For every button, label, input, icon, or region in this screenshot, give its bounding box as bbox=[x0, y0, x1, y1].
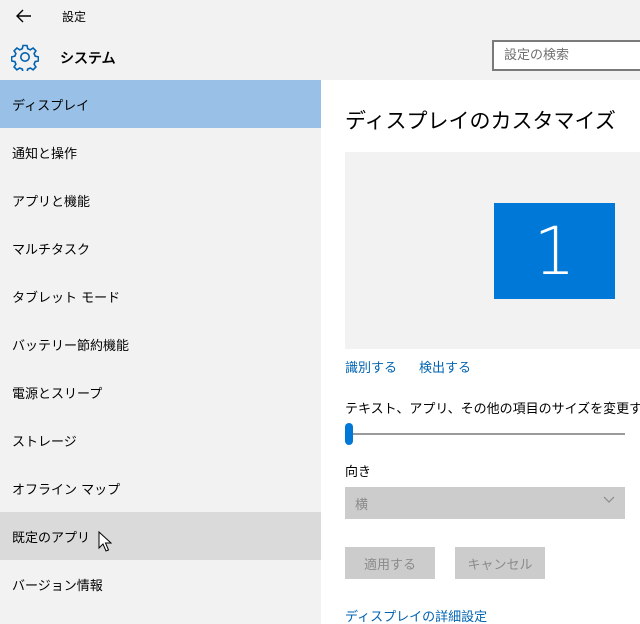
gear-icon bbox=[11, 44, 39, 71]
back-button[interactable] bbox=[8, 4, 40, 28]
advanced-display-settings-link[interactable]: ディスプレイの詳細設定 bbox=[345, 606, 487, 624]
search-input[interactable] bbox=[492, 40, 640, 71]
sidebar-item-label: バージョン情報 bbox=[12, 578, 103, 594]
detect-link[interactable]: 検出する bbox=[419, 357, 471, 376]
title-bar: 設定 bbox=[0, 0, 640, 32]
sidebar: ディスプレイ 通知と操作 アプリと機能 マルチタスク タブレット モード バッテ… bbox=[0, 80, 321, 624]
apply-button[interactable]: 適用する bbox=[345, 547, 435, 579]
sidebar-item-label: 既定のアプリ bbox=[12, 530, 91, 546]
orientation-dropdown[interactable]: 横 bbox=[345, 487, 625, 519]
sidebar-item-default-apps[interactable]: 既定のアプリ bbox=[0, 512, 321, 560]
sidebar-item-label: アプリと機能 bbox=[12, 194, 91, 210]
sidebar-item-notifications[interactable]: 通知と操作 bbox=[0, 128, 321, 176]
display-preview: 1 bbox=[345, 152, 640, 349]
orientation-value: 横 bbox=[355, 498, 369, 513]
cancel-button[interactable]: キャンセル bbox=[455, 547, 545, 579]
main-content: ディスプレイのカスタマイズ 1 識別する 検出する テキスト、アプリ、その他の項… bbox=[321, 80, 640, 624]
sidebar-item-apps-features[interactable]: アプリと機能 bbox=[0, 176, 321, 224]
identify-link[interactable]: 識別する bbox=[345, 357, 397, 376]
sidebar-item-label: バッテリー節約機能 bbox=[12, 338, 130, 354]
size-label: テキスト、アプリ、その他の項目のサイズを変更する: bbox=[345, 402, 640, 417]
scale-slider-track[interactable] bbox=[345, 433, 625, 435]
sidebar-item-label: ストレージ bbox=[12, 434, 77, 450]
scale-slider-thumb[interactable] bbox=[345, 423, 353, 445]
page-title: ディスプレイのカスタマイズ bbox=[345, 109, 616, 133]
sidebar-item-multitasking[interactable]: マルチタスク bbox=[0, 224, 321, 272]
orientation-label: 向き bbox=[345, 465, 372, 480]
sidebar-item-label: マルチタスク bbox=[12, 242, 91, 258]
sidebar-item-label: タブレット モード bbox=[12, 290, 121, 306]
sidebar-item-label: 通知と操作 bbox=[12, 146, 78, 162]
sidebar-item-label: オフライン マップ bbox=[12, 482, 121, 498]
monitor-tile[interactable]: 1 bbox=[494, 203, 615, 299]
sidebar-item-tablet-mode[interactable]: タブレット モード bbox=[0, 272, 321, 320]
sidebar-item-power-sleep[interactable]: 電源とスリープ bbox=[0, 368, 321, 416]
sidebar-item-label: ディスプレイ bbox=[12, 98, 90, 114]
sidebar-item-about[interactable]: バージョン情報 bbox=[0, 560, 321, 608]
sidebar-item-offline-maps[interactable]: オフライン マップ bbox=[0, 464, 321, 512]
sidebar-item-storage[interactable]: ストレージ bbox=[0, 416, 321, 464]
chevron-down-icon bbox=[603, 496, 615, 503]
sidebar-item-display[interactable]: ディスプレイ bbox=[0, 80, 321, 128]
header: システム bbox=[0, 32, 640, 80]
back-arrow-icon bbox=[16, 9, 31, 23]
sidebar-item-battery-saver[interactable]: バッテリー節約機能 bbox=[0, 320, 321, 368]
sidebar-item-label: 電源とスリープ bbox=[12, 386, 103, 402]
section-title: システム bbox=[60, 51, 116, 67]
mouse-cursor-icon bbox=[98, 531, 112, 552]
window-title: 設定 bbox=[62, 10, 87, 24]
